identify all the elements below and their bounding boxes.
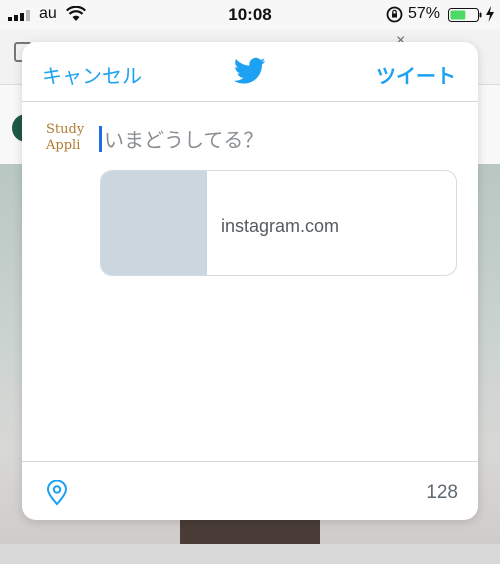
battery-icon — [448, 8, 482, 22]
link-preview-thumbnail — [101, 171, 207, 275]
text-cursor — [99, 126, 102, 152]
cancel-button[interactable]: キャンセル — [42, 60, 142, 89]
compose-header: キャンセル ツイート — [22, 42, 478, 102]
link-preview-card[interactable]: instagram.com — [100, 170, 457, 276]
location-pin-icon[interactable] — [46, 480, 68, 506]
tweet-text-input[interactable] — [104, 126, 454, 154]
rotation-lock-icon — [386, 6, 403, 23]
link-preview-domain: instagram.com — [221, 216, 340, 236]
avatar-text-line-2: Appli — [46, 138, 81, 153]
avatar-text-line-1: Study — [46, 122, 85, 137]
status-bar: au 10:08 57% — [0, 0, 500, 30]
character-counter: 128 — [426, 482, 458, 503]
twitter-bird-icon — [234, 57, 266, 84]
background-bottom-bar — [0, 544, 500, 564]
battery-percent: 57% — [408, 5, 441, 22]
compose-footer: 128 — [22, 461, 478, 520]
charging-bolt-icon — [486, 6, 494, 22]
tweet-button[interactable]: ツイート — [376, 60, 456, 89]
avatar: Study Appli — [44, 122, 88, 158]
tweet-compose-sheet: キャンセル ツイート Study Appli instagram.com 128 — [22, 42, 478, 520]
